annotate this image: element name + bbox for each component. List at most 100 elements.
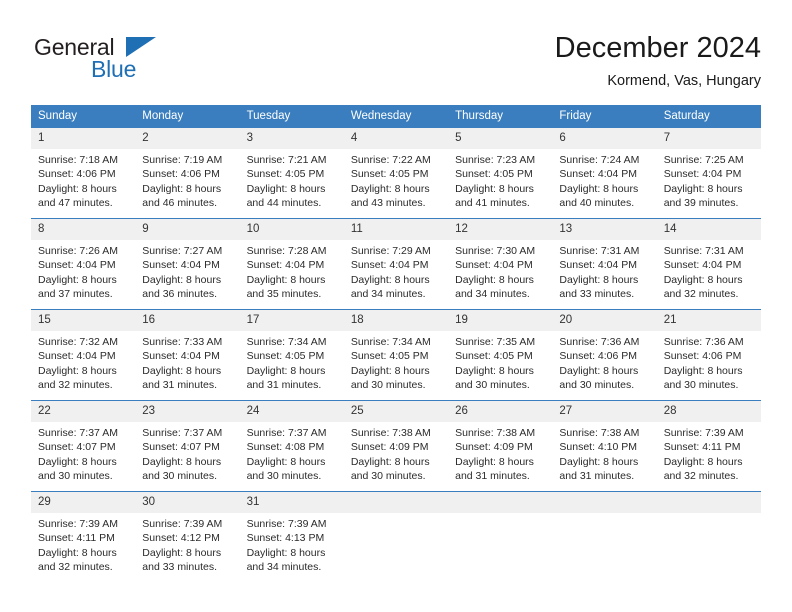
day-cell-empty [656,491,761,582]
day-cell[interactable]: 7 Sunrise: 7:25 AM Sunset: 4:04 PM Daylight… [656,128,761,219]
calendar-week-row: 22 Sunrise: 7:37 AM Sunset: 4:07 PM Dayligh… [31,400,761,492]
weekday-header-monday: Monday [135,105,240,128]
day-cell[interactable]: 3 Sunrise: 7:21 AM Sunset: 4:05 PM Daylight… [239,128,344,219]
sunset-text: Sunset: 4:06 PM [559,350,638,363]
sunrise-text: Sunrise: 7:39 AM [663,427,744,439]
day-number: 12 [448,219,553,240]
sunset-text: Sunset: 4:13 PM [246,532,325,545]
day-cell[interactable]: 20 Sunrise: 7:36 AM Sunset: 4:06 PM Dayligh… [552,309,657,401]
sunrise-text: Sunrise: 7:18 AM [38,154,118,166]
day-cell[interactable]: 26 Sunrise: 7:38 AM Sunset: 4:09 PM Dayligh… [448,400,553,492]
generalblue-logo[interactable]: General Blue [31,34,251,92]
day-details: Sunrise: 7:34 AM Sunset: 4:05 PM Daylight:… [344,331,448,393]
day-details: Sunrise: 7:36 AM Sunset: 4:06 PM Daylight:… [552,331,656,393]
day-cell[interactable]: 13 Sunrise: 7:31 AM Sunset: 4:04 PM Dayligh… [552,218,657,310]
day-number: 8 [31,219,136,240]
sunrise-text: Sunrise: 7:38 AM [455,427,536,439]
day-cell[interactable]: 31 Sunrise: 7:39 AM Sunset: 4:13 PM Dayligh… [239,491,344,582]
day-cell[interactable]: 17 Sunrise: 7:34 AM Sunset: 4:05 PM Dayligh… [239,309,344,401]
sunset-text: Sunset: 4:04 PM [142,350,220,363]
day-cell[interactable]: 9 Sunrise: 7:27 AM Sunset: 4:04 PM Daylight… [135,218,240,310]
sunrise-text: Sunrise: 7:28 AM [246,245,327,257]
day-cell[interactable]: 10 Sunrise: 7:28 AM Sunset: 4:04 PM Dayligh… [239,218,344,310]
day-number: 19 [448,310,553,331]
sunset-text: Sunset: 4:07 PM [142,441,220,454]
calendar-week-row: 15 Sunrise: 7:32 AM Sunset: 4:04 PM Dayligh… [31,309,761,401]
sunrise-text: Sunrise: 7:37 AM [38,427,118,439]
sunrise-text: Sunrise: 7:31 AM [663,245,744,257]
daylight-text-line2: and 30 minutes. [246,470,322,483]
day-cell[interactable]: 16 Sunrise: 7:33 AM Sunset: 4:04 PM Dayligh… [135,309,240,401]
daylight-text-line1: Daylight: 8 hours [246,182,326,195]
day-cell[interactable]: 1 Sunrise: 7:18 AM Sunset: 4:06 PM Daylight… [31,128,136,219]
day-details: Sunrise: 7:23 AM Sunset: 4:05 PM Daylight:… [448,149,552,211]
day-details: Sunrise: 7:38 AM Sunset: 4:09 PM Daylight:… [448,422,552,484]
day-cell[interactable]: 22 Sunrise: 7:37 AM Sunset: 4:07 PM Dayligh… [31,400,136,492]
day-cell[interactable]: 25 Sunrise: 7:38 AM Sunset: 4:09 PM Dayligh… [343,400,449,492]
daylight-text-line2: and 30 minutes. [455,379,530,392]
day-details: Sunrise: 7:31 AM Sunset: 4:04 PM Daylight:… [552,240,656,302]
sunset-text: Sunset: 4:05 PM [455,168,533,181]
day-cell[interactable]: 23 Sunrise: 7:37 AM Sunset: 4:07 PM Dayligh… [135,400,240,492]
daylight-text-line2: and 31 minutes. [142,379,217,392]
day-number: 21 [656,310,761,331]
calendar-table: Sunday Monday Tuesday Wednesday Thursday… [31,105,761,582]
day-details: Sunrise: 7:36 AM Sunset: 4:06 PM Daylight:… [657,331,761,393]
weekday-header-tuesday: Tuesday [239,105,344,128]
daylight-text-line2: and 37 minutes. [38,288,113,301]
daylight-text-line1: Daylight: 8 hours [142,273,222,286]
weekday-header-thursday: Thursday [448,105,553,128]
day-cell[interactable]: 18 Sunrise: 7:34 AM Sunset: 4:05 PM Dayligh… [343,309,449,401]
sunset-text: Sunset: 4:05 PM [246,350,325,363]
day-number [343,492,449,513]
sunset-text: Sunset: 4:04 PM [246,259,325,272]
daylight-text-line1: Daylight: 8 hours [455,273,534,286]
day-details: Sunrise: 7:39 AM Sunset: 4:11 PM Daylight:… [31,513,135,575]
calendar-page: General Blue December 2024 Kormend, Vas,… [0,0,792,612]
day-details: Sunrise: 7:30 AM Sunset: 4:04 PM Daylight:… [448,240,552,302]
sunrise-text: Sunrise: 7:21 AM [246,154,327,166]
day-cell[interactable]: 2 Sunrise: 7:19 AM Sunset: 4:06 PM Daylight… [135,128,240,219]
sunset-text: Sunset: 4:04 PM [559,168,638,181]
day-cell-empty [552,491,657,582]
day-cell[interactable]: 29 Sunrise: 7:39 AM Sunset: 4:11 PM Dayligh… [31,491,136,582]
day-cell[interactable]: 8 Sunrise: 7:26 AM Sunset: 4:04 PM Daylight… [31,218,136,310]
day-number: 5 [448,128,553,149]
day-cell[interactable]: 19 Sunrise: 7:35 AM Sunset: 4:05 PM Dayligh… [448,309,553,401]
calendar-week-row: 29 Sunrise: 7:39 AM Sunset: 4:11 PM Dayligh… [31,491,761,582]
day-number [656,492,761,513]
day-cell[interactable]: 11 Sunrise: 7:29 AM Sunset: 4:04 PM Dayligh… [343,218,449,310]
day-cell[interactable]: 12 Sunrise: 7:30 AM Sunset: 4:04 PM Dayligh… [448,218,553,310]
daylight-text-line2: and 32 minutes. [663,470,739,483]
day-number: 14 [656,219,761,240]
day-cell[interactable]: 14 Sunrise: 7:31 AM Sunset: 4:04 PM Dayligh… [656,218,761,310]
daylight-text-line2: and 41 minutes. [455,197,530,210]
day-details: Sunrise: 7:27 AM Sunset: 4:04 PM Daylight:… [135,240,239,302]
daylight-text-line1: Daylight: 8 hours [142,455,222,468]
day-cell[interactable]: 5 Sunrise: 7:23 AM Sunset: 4:05 PM Daylight… [448,128,553,219]
day-cell[interactable]: 15 Sunrise: 7:32 AM Sunset: 4:04 PM Dayligh… [31,309,136,401]
daylight-text-line2: and 47 minutes. [38,197,113,210]
day-details: Sunrise: 7:37 AM Sunset: 4:07 PM Daylight:… [135,422,239,484]
day-details: Sunrise: 7:21 AM Sunset: 4:05 PM Daylight:… [240,149,344,211]
sunset-text: Sunset: 4:04 PM [663,259,742,272]
day-details: Sunrise: 7:39 AM Sunset: 4:12 PM Daylight:… [135,513,239,575]
day-cell[interactable]: 30 Sunrise: 7:39 AM Sunset: 4:12 PM Dayligh… [135,491,240,582]
day-number: 10 [239,219,344,240]
weekday-header-friday: Friday [552,105,657,128]
day-cell[interactable]: 21 Sunrise: 7:36 AM Sunset: 4:06 PM Dayligh… [656,309,761,401]
sunset-text: Sunset: 4:04 PM [559,259,638,272]
day-details: Sunrise: 7:26 AM Sunset: 4:04 PM Daylight:… [31,240,135,302]
sunset-text: Sunset: 4:09 PM [455,441,533,454]
sunset-text: Sunset: 4:05 PM [350,168,429,181]
day-cell[interactable]: 4 Sunrise: 7:22 AM Sunset: 4:05 PM Daylight… [343,128,449,219]
day-cell[interactable]: 27 Sunrise: 7:38 AM Sunset: 4:10 PM Dayligh… [552,400,657,492]
day-number: 22 [31,401,136,422]
day-number: 17 [239,310,344,331]
day-cell[interactable]: 6 Sunrise: 7:24 AM Sunset: 4:04 PM Daylight… [552,128,657,219]
day-details: Sunrise: 7:22 AM Sunset: 4:05 PM Daylight:… [344,149,448,211]
day-cell[interactable]: 28 Sunrise: 7:39 AM Sunset: 4:11 PM Dayligh… [656,400,761,492]
daylight-text-line2: and 36 minutes. [142,288,217,301]
day-cell[interactable]: 24 Sunrise: 7:37 AM Sunset: 4:08 PM Dayligh… [239,400,344,492]
sunrise-text: Sunrise: 7:29 AM [350,245,431,257]
